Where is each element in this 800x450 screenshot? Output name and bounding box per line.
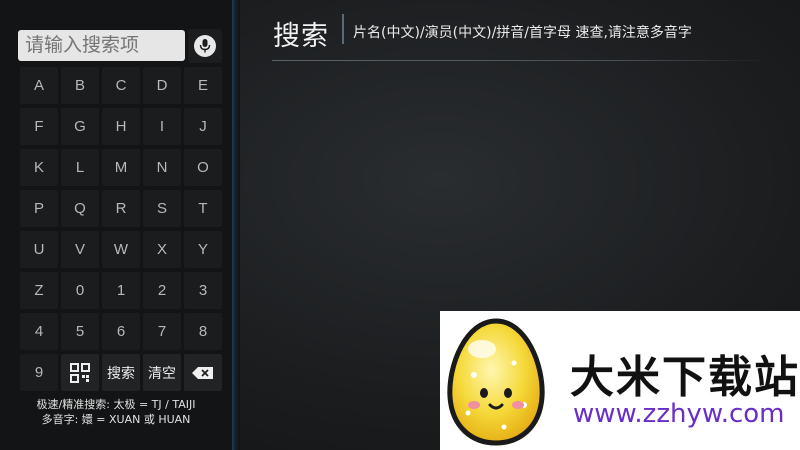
key[interactable]: M [102, 149, 140, 186]
key[interactable]: P [20, 190, 58, 227]
search-input[interactable] [18, 30, 185, 61]
egg-mascot-icon [447, 318, 545, 446]
key[interactable]: K [20, 149, 58, 186]
key[interactable]: V [61, 231, 99, 268]
key[interactable]: 0 [61, 272, 99, 309]
watermark-url: www.zzhyw.com [573, 399, 785, 429]
key[interactable]: U [20, 231, 58, 268]
backspace-button[interactable] [184, 354, 222, 391]
qr-code-icon [70, 362, 90, 383]
watermark: 大米下载站 www.zzhyw.com [440, 311, 800, 450]
key[interactable]: N [143, 149, 181, 186]
key[interactable]: D [143, 67, 181, 104]
key[interactable]: O [184, 149, 222, 186]
voice-search-button[interactable] [188, 29, 222, 63]
hint-line-1: 极速/精准搜索: 太极 = TJ / TAIJI [36, 398, 196, 411]
key[interactable]: F [20, 108, 58, 145]
search-button[interactable]: 搜索 [102, 354, 140, 391]
search-instructions: 片名(中文)/演员(中文)/拼音/首字母 速查,请注意多音字 [353, 25, 692, 41]
key[interactable]: 1 [102, 272, 140, 309]
key[interactable]: W [102, 231, 140, 268]
key[interactable]: L [61, 149, 99, 186]
key[interactable]: E [184, 67, 222, 104]
key[interactable]: 7 [143, 313, 181, 350]
page-title: 搜索 [273, 21, 329, 52]
key[interactable]: T [184, 190, 222, 227]
microphone-icon [194, 35, 216, 57]
key[interactable]: Q [61, 190, 99, 227]
key[interactable]: Z [20, 272, 58, 309]
key[interactable]: 6 [102, 313, 140, 350]
search-screen: ABCDEFGHIJKLMNOPQRSTUVWXYZ0123456789搜索清空… [0, 0, 800, 450]
key[interactable]: J [184, 108, 222, 145]
key[interactable]: H [102, 108, 140, 145]
key[interactable]: R [102, 190, 140, 227]
key[interactable]: 5 [61, 313, 99, 350]
watermark-site-name: 大米下载站 [570, 352, 800, 403]
key[interactable]: 4 [20, 313, 58, 350]
backspace-icon [192, 366, 213, 379]
qr-code-button[interactable] [61, 354, 99, 391]
clear-button[interactable]: 清空 [143, 354, 181, 391]
key[interactable]: G [61, 108, 99, 145]
key[interactable]: 8 [184, 313, 222, 350]
keyboard-panel: ABCDE FGHIJ KLMNO PQRST UVWXY Z0123 45678 9 搜索清空… [0, 0, 232, 450]
header-underline [272, 60, 772, 61]
key[interactable]: 3 [184, 272, 222, 309]
key[interactable]: I [143, 108, 181, 145]
key[interactable]: X [143, 231, 181, 268]
title-separator [342, 14, 344, 44]
key[interactable]: Y [184, 231, 222, 268]
key-9[interactable]: 9 [20, 354, 58, 391]
key[interactable]: S [143, 190, 181, 227]
panel-divider [232, 0, 240, 450]
key[interactable]: C [102, 67, 140, 104]
key[interactable]: A [20, 67, 58, 104]
key[interactable]: B [61, 67, 99, 104]
hint-line-2: 多音字: 嬛 = XUAN 或 HUAN [41, 413, 191, 426]
key[interactable]: 2 [143, 272, 181, 309]
